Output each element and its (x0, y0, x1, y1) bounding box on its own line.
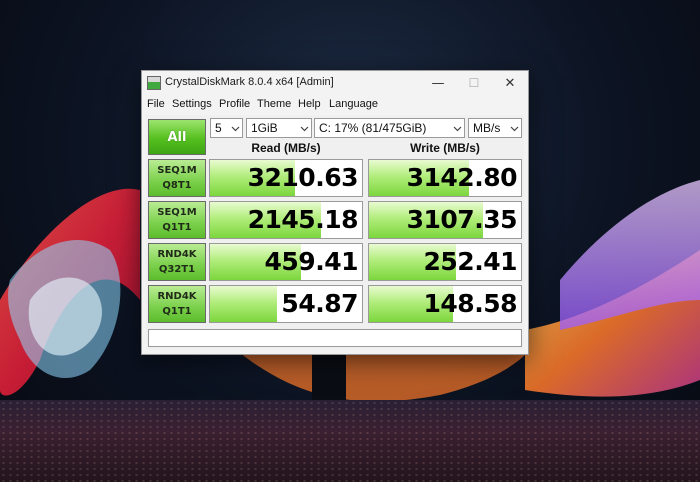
menu-bar: File Settings Profile Theme Help Languag… (142, 96, 528, 114)
app-icon (147, 76, 161, 90)
minimize-button[interactable]: — (420, 71, 456, 96)
drive-select[interactable]: C: 17% (81/475GiB) (314, 118, 465, 138)
write-result-cell: 3107.35 (368, 201, 522, 239)
drive-value: C: 17% (81/475GiB) (319, 121, 427, 135)
test-count-select[interactable]: 5 (210, 118, 243, 138)
read-level-bar (210, 286, 277, 322)
row-label-line1: SEQ1M (157, 165, 197, 176)
test-rnd4k-q1t1-button[interactable]: RND4K Q1T1 (148, 285, 206, 323)
unit-select[interactable]: MB/s (468, 118, 522, 138)
row-label-line1: SEQ1M (157, 207, 197, 218)
write-result-value: 148.58 (423, 289, 518, 318)
write-result-value: 3142.80 (406, 163, 518, 192)
chevron-down-icon (510, 126, 519, 132)
read-result-cell: 459.41 (209, 243, 363, 281)
maximize-button[interactable]: ☐ (456, 71, 492, 96)
write-result-cell: 148.58 (368, 285, 522, 323)
read-column-header: Read (MB/s) (251, 141, 321, 155)
read-result-value: 2145.18 (247, 205, 359, 234)
read-result-value: 459.41 (264, 247, 359, 276)
menu-file[interactable]: File (147, 98, 165, 110)
close-button[interactable]: ✕ (492, 71, 528, 96)
menu-language[interactable]: Language (329, 98, 378, 110)
chevron-down-icon (453, 126, 462, 132)
row-label-line2: Q8T1 (162, 180, 192, 191)
write-column-header: Write (MB/s) (410, 141, 480, 155)
row-label-line1: RND4K (157, 249, 197, 260)
test-count-value: 5 (215, 121, 222, 135)
benchmark-panel: All 5 1GiB C: 17% (81/475GiB) MB/s Read … (146, 115, 524, 350)
run-all-button[interactable]: All (148, 119, 206, 155)
menu-settings[interactable]: Settings (172, 98, 212, 110)
read-result-cell: 2145.18 (209, 201, 363, 239)
row-label-line2: Q32T1 (158, 264, 196, 275)
read-result-value: 54.87 (281, 289, 358, 318)
test-seq1m-q1t1-button[interactable]: SEQ1M Q1T1 (148, 201, 206, 239)
row-label-line1: RND4K (157, 291, 197, 302)
read-result-cell: 3210.63 (209, 159, 363, 197)
title-bar[interactable]: CrystalDiskMark 8.0.4 x64 [Admin] — ☐ ✕ (142, 71, 528, 96)
test-seq1m-q8t1-button[interactable]: SEQ1M Q8T1 (148, 159, 206, 197)
ground (0, 400, 700, 482)
app-window[interactable]: CrystalDiskMark 8.0.4 x64 [Admin] — ☐ ✕ … (141, 70, 529, 355)
test-size-select[interactable]: 1GiB (246, 118, 312, 138)
chevron-down-icon (231, 126, 240, 132)
test-size-value: 1GiB (251, 121, 278, 135)
row-label-line2: Q1T1 (162, 222, 192, 233)
write-result-value: 3107.35 (406, 205, 518, 234)
read-result-value: 3210.63 (247, 163, 359, 192)
menu-profile[interactable]: Profile (219, 98, 250, 110)
read-result-cell: 54.87 (209, 285, 363, 323)
write-result-cell: 3142.80 (368, 159, 522, 197)
menu-theme[interactable]: Theme (257, 98, 291, 110)
comment-field[interactable] (148, 329, 522, 347)
write-result-value: 252.41 (423, 247, 518, 276)
unit-value: MB/s (473, 121, 501, 135)
test-rnd4k-q32t1-button[interactable]: RND4K Q32T1 (148, 243, 206, 281)
row-label-line2: Q1T1 (162, 306, 192, 317)
menu-help[interactable]: Help (298, 98, 321, 110)
chevron-down-icon (300, 126, 309, 132)
write-result-cell: 252.41 (368, 243, 522, 281)
window-title: CrystalDiskMark 8.0.4 x64 [Admin] (165, 76, 334, 88)
